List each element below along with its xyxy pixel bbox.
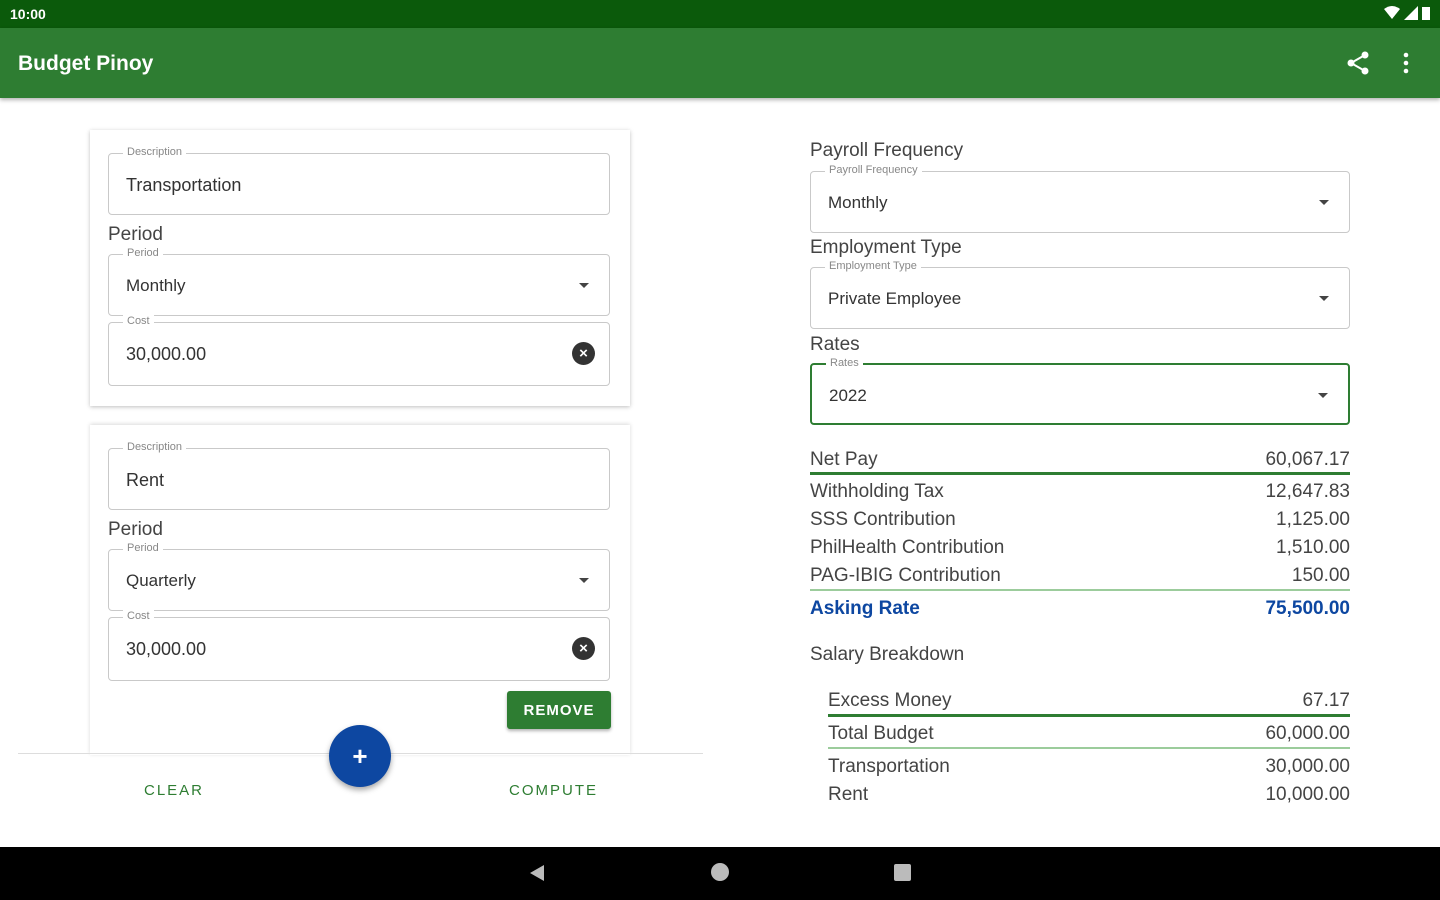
cost-field-1[interactable]: Cost 30,000.00 × bbox=[108, 315, 610, 386]
clear-icon[interactable]: × bbox=[572, 342, 595, 365]
description-label: Description bbox=[123, 146, 187, 158]
payroll-frequency-select[interactable]: Payroll Frequency Monthly bbox=[810, 164, 1350, 233]
divider-line bbox=[828, 747, 1350, 749]
recent-apps-icon[interactable] bbox=[894, 864, 911, 881]
description-value: Rent bbox=[126, 470, 165, 490]
expense-card-2: Description Rent Period Period Quarterly… bbox=[90, 425, 630, 755]
signal-icon bbox=[1404, 6, 1418, 20]
status-bar: 10:00 bbox=[0, 0, 1440, 28]
pagibig-value: 150.00 bbox=[1291, 565, 1350, 586]
withholding-tax-value: 12,647.83 bbox=[1265, 481, 1350, 502]
description-label: Description bbox=[123, 441, 187, 453]
breakdown-item-label: Transportation bbox=[828, 756, 950, 777]
home-icon[interactable] bbox=[711, 863, 729, 881]
period-label: Period bbox=[123, 247, 163, 259]
period-value: Quarterly bbox=[126, 571, 196, 590]
add-expense-button[interactable]: + bbox=[329, 725, 391, 787]
divider-line bbox=[828, 714, 1350, 717]
employment-label: Employment Type bbox=[825, 260, 921, 272]
share-icon[interactable] bbox=[1345, 50, 1371, 81]
description-field-2[interactable]: Description Rent bbox=[108, 441, 610, 510]
payroll-value: Monthly bbox=[828, 193, 888, 212]
sss-label: SSS Contribution bbox=[810, 509, 956, 530]
employment-type-select[interactable]: Employment Type Private Employee bbox=[810, 260, 1350, 329]
dropdown-arrow-icon bbox=[579, 283, 589, 288]
dropdown-arrow-icon bbox=[1319, 296, 1329, 301]
philhealth-label: PhilHealth Contribution bbox=[810, 537, 1005, 558]
expense-card-1: Description Transportation Period Period… bbox=[90, 130, 630, 406]
period-value: Monthly bbox=[126, 276, 186, 295]
period-select-1[interactable]: Period Monthly bbox=[108, 247, 610, 316]
rates-label: Rates bbox=[826, 357, 863, 369]
app-bar: Budget Pinoy bbox=[0, 28, 1440, 98]
dropdown-arrow-icon bbox=[579, 578, 589, 583]
pagibig-label: PAG-IBIG Contribution bbox=[810, 565, 1001, 586]
rates-heading: Rates bbox=[810, 334, 860, 355]
status-time: 10:00 bbox=[10, 6, 46, 22]
cost-label: Cost bbox=[123, 315, 154, 327]
employment-value: Private Employee bbox=[828, 289, 962, 308]
clear-button[interactable]: CLEAR bbox=[144, 782, 204, 799]
remove-button[interactable]: REMOVE bbox=[507, 691, 611, 729]
net-pay-value: 60,067.17 bbox=[1265, 449, 1350, 470]
period-select-2[interactable]: Period Quarterly bbox=[108, 542, 610, 611]
rates-value: 2022 bbox=[829, 386, 867, 405]
period-label: Period bbox=[123, 542, 163, 554]
net-pay-label: Net Pay bbox=[810, 449, 878, 470]
salary-breakdown-title: Salary Breakdown bbox=[810, 644, 965, 665]
asking-rate-value: 75,500.00 bbox=[1265, 598, 1350, 619]
excess-money-label: Excess Money bbox=[828, 690, 952, 711]
total-budget-value: 60,000.00 bbox=[1265, 723, 1350, 744]
period-heading: Period bbox=[108, 519, 163, 540]
dropdown-arrow-icon bbox=[1318, 393, 1328, 398]
dropdown-arrow-icon bbox=[1319, 200, 1329, 205]
breakdown-item-label: Rent bbox=[828, 784, 869, 805]
period-heading: Period bbox=[108, 224, 163, 245]
breakdown-item-value: 30,000.00 bbox=[1265, 756, 1350, 777]
sss-value: 1,125.00 bbox=[1276, 509, 1350, 530]
battery-icon bbox=[1422, 7, 1430, 20]
description-value: Transportation bbox=[126, 175, 242, 195]
compute-button[interactable]: COMPUTE bbox=[509, 782, 598, 799]
status-icons bbox=[1384, 6, 1430, 20]
navigation-bar bbox=[0, 847, 1440, 900]
payroll-heading: Payroll Frequency bbox=[810, 140, 964, 161]
more-vert-icon[interactable] bbox=[1400, 50, 1412, 81]
divider-line bbox=[810, 589, 1350, 591]
cost-value: 30,000.00 bbox=[126, 344, 207, 364]
cost-field-2[interactable]: Cost 30,000.00 × bbox=[108, 610, 610, 681]
asking-rate-label: Asking Rate bbox=[810, 598, 920, 619]
breakdown-item-value: 10,000.00 bbox=[1265, 784, 1350, 805]
cost-value: 30,000.00 bbox=[126, 639, 207, 659]
excess-money-value: 67.17 bbox=[1302, 690, 1350, 711]
payroll-label: Payroll Frequency bbox=[825, 164, 922, 176]
withholding-tax-label: Withholding Tax bbox=[810, 481, 944, 502]
wifi-icon bbox=[1384, 6, 1400, 19]
rates-select[interactable]: Rates 2022 bbox=[810, 357, 1350, 425]
cost-label: Cost bbox=[123, 610, 154, 622]
employment-heading: Employment Type bbox=[810, 237, 962, 258]
back-icon[interactable] bbox=[528, 864, 546, 887]
divider-line bbox=[810, 472, 1350, 475]
philhealth-value: 1,510.00 bbox=[1276, 537, 1350, 558]
description-field-1[interactable]: Description Transportation bbox=[108, 146, 610, 215]
clear-icon[interactable]: × bbox=[572, 637, 595, 660]
app-title: Budget Pinoy bbox=[18, 52, 154, 75]
total-budget-label: Total Budget bbox=[828, 723, 934, 744]
